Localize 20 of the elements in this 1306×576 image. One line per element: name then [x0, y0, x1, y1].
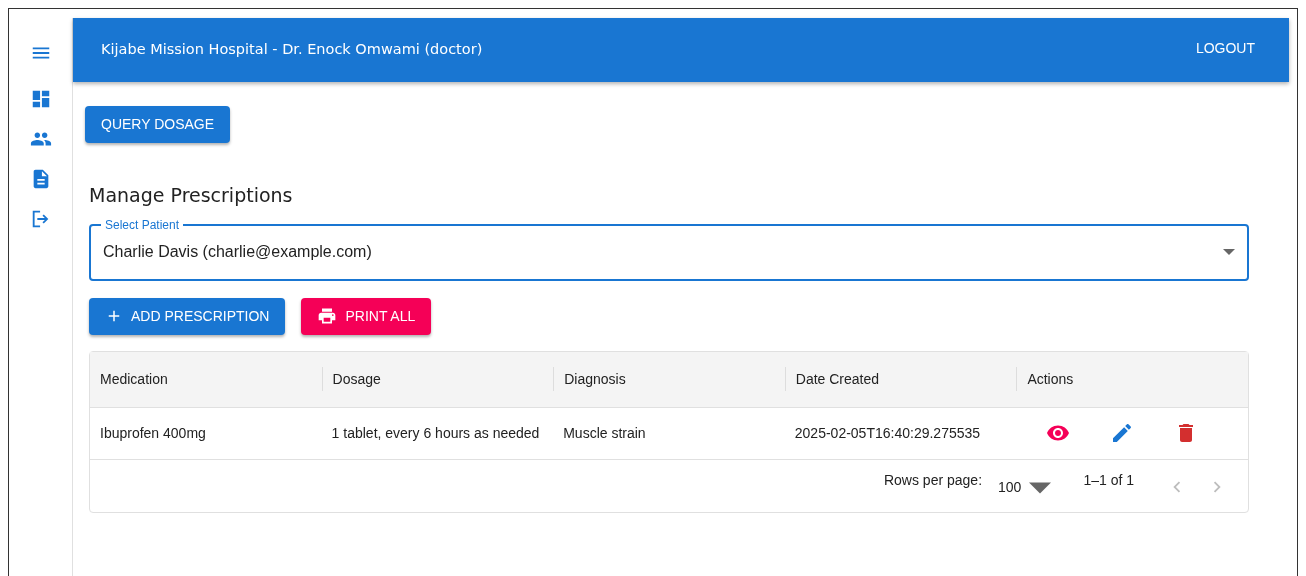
- column-header: Diagnosis: [553, 367, 785, 391]
- table-cell-text: Ibuprofen 400mg: [99, 423, 207, 443]
- dropdown-caret-icon: [1223, 249, 1235, 255]
- column-header: Date Created: [784, 367, 1017, 391]
- table-cell-text: Muscle strain: [562, 423, 647, 443]
- column-header: Medication: [99, 370, 169, 389]
- rows-per-page-label: Rows per page:: [883, 470, 983, 490]
- add-prescription-button[interactable]: ADD PRESCRIPTION: [89, 297, 286, 335]
- print-all-button[interactable]: PRINT ALL: [301, 297, 432, 335]
- table-cell-text: 2025-02-05T16:40:29.275535: [793, 423, 982, 443]
- rows-per-page-select[interactable]: 100: [998, 476, 1052, 499]
- app-title: Kijabe Mission Hospital - Dr. Enock Omwami (doctor): [101, 40, 483, 60]
- logout-button[interactable]: LOGOUT: [1189, 31, 1261, 65]
- column-header: Dosage: [321, 367, 554, 391]
- table-cell-text: 1 tablet, every 6 hours as needed: [330, 423, 541, 443]
- printer-icon: [317, 306, 338, 326]
- page-range: 1–1 of 1: [1083, 470, 1134, 490]
- page-heading: Manage Prescriptions: [89, 183, 294, 208]
- query-dosage-button[interactable]: QUERY DOSAGE: [85, 106, 231, 143]
- column-header: Actions: [1016, 367, 1248, 391]
